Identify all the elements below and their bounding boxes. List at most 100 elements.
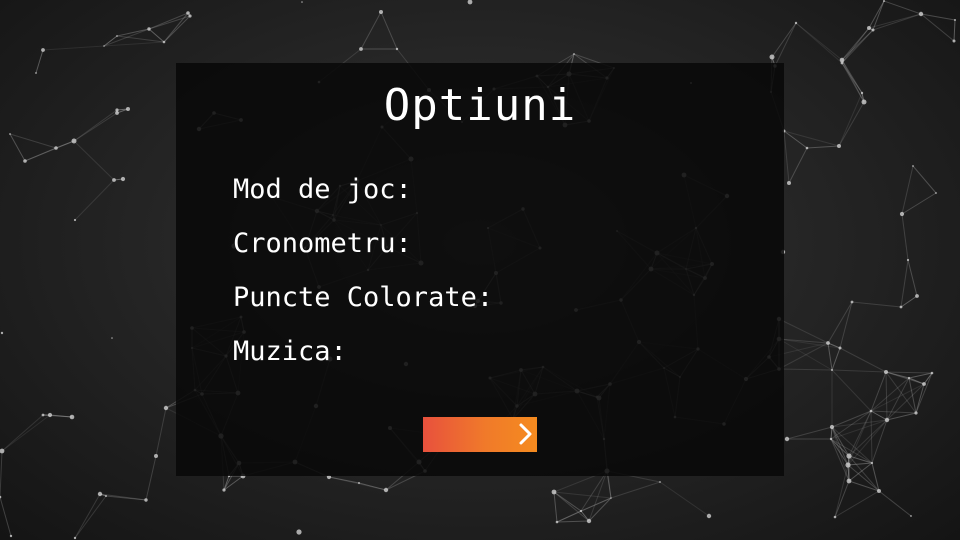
network-node xyxy=(358,482,360,484)
network-node xyxy=(912,165,914,167)
network-line xyxy=(659,481,710,517)
network-line xyxy=(841,27,870,64)
network-line xyxy=(920,13,956,21)
network-node xyxy=(899,305,903,309)
network-node xyxy=(784,436,790,442)
network-node xyxy=(910,515,912,517)
network-line xyxy=(901,213,909,261)
network-node xyxy=(837,144,841,148)
network-line xyxy=(145,455,157,501)
network-line xyxy=(553,491,558,523)
network-node xyxy=(222,488,226,492)
network-node xyxy=(467,0,473,5)
network-node xyxy=(73,536,77,540)
network-node xyxy=(9,534,13,538)
network-node xyxy=(379,10,383,14)
network-node xyxy=(97,491,103,497)
network-node xyxy=(915,294,919,298)
network-line xyxy=(848,410,872,457)
network-line xyxy=(155,407,167,457)
network-line xyxy=(328,476,387,491)
network-line xyxy=(556,520,590,523)
network-node xyxy=(930,371,934,375)
network-node xyxy=(935,192,937,194)
network-node xyxy=(296,529,302,535)
network-node xyxy=(586,518,592,524)
chevron-right-icon xyxy=(519,423,532,445)
network-line xyxy=(901,165,914,215)
network-line xyxy=(831,347,841,371)
network-line xyxy=(148,12,189,30)
network-node xyxy=(111,337,113,339)
network-node xyxy=(659,481,661,483)
network-node xyxy=(163,405,169,411)
network-line xyxy=(778,368,833,371)
network-line xyxy=(841,29,874,64)
network-node xyxy=(188,14,192,18)
network-node xyxy=(838,346,842,350)
network-node xyxy=(952,39,956,43)
network-node xyxy=(610,497,612,499)
network-node xyxy=(186,11,190,15)
network-line xyxy=(834,490,880,518)
network-line xyxy=(834,464,849,518)
network-node xyxy=(105,495,107,497)
network-node xyxy=(112,178,116,182)
option-timer-label: Cronometru: xyxy=(233,228,412,259)
network-node xyxy=(301,1,303,3)
network-line xyxy=(886,383,925,421)
network-line xyxy=(610,481,661,499)
network-node xyxy=(573,53,575,55)
network-line xyxy=(73,140,115,181)
network-node xyxy=(954,19,956,21)
network-line xyxy=(74,179,115,221)
network-node xyxy=(884,370,888,374)
network-line xyxy=(0,496,12,537)
network-node xyxy=(23,159,27,163)
network-node xyxy=(794,21,798,25)
network-node xyxy=(831,369,833,371)
network-node xyxy=(41,48,45,52)
network-node xyxy=(871,28,875,32)
network-line xyxy=(771,22,797,58)
network-node xyxy=(395,47,399,51)
network-line xyxy=(99,493,147,501)
network-line xyxy=(870,371,887,412)
next-button[interactable] xyxy=(423,417,537,452)
network-node xyxy=(0,495,2,499)
network-node xyxy=(846,453,852,459)
network-node xyxy=(35,72,37,74)
page-title: Optiuni xyxy=(383,80,577,131)
network-node xyxy=(154,454,158,458)
network-line xyxy=(788,147,808,184)
network-line xyxy=(116,35,165,43)
network-node xyxy=(147,27,151,31)
network-node xyxy=(706,513,712,519)
network-line xyxy=(834,480,850,518)
network-node xyxy=(869,409,873,413)
network-node xyxy=(54,146,58,150)
network-line xyxy=(847,462,873,466)
network-node xyxy=(551,489,557,495)
network-node xyxy=(922,382,926,386)
network-node xyxy=(73,218,77,222)
network-line xyxy=(953,19,956,42)
network-line xyxy=(774,22,797,67)
option-music-label: Muzica: xyxy=(233,336,347,367)
network-node xyxy=(162,40,166,44)
network-line xyxy=(868,0,885,29)
option-colored-dots-label: Puncte Colorate: xyxy=(233,282,494,313)
network-node xyxy=(71,138,77,144)
network-node xyxy=(805,146,809,150)
network-line xyxy=(839,301,853,349)
network-node xyxy=(0,331,4,335)
network-node xyxy=(884,417,890,423)
network-node xyxy=(870,461,874,465)
network-line xyxy=(778,338,841,349)
network-node xyxy=(41,413,45,417)
network-node xyxy=(877,489,881,493)
network-line xyxy=(380,11,398,50)
network-node xyxy=(846,478,852,484)
network-node xyxy=(579,509,583,513)
network-line xyxy=(915,372,933,414)
